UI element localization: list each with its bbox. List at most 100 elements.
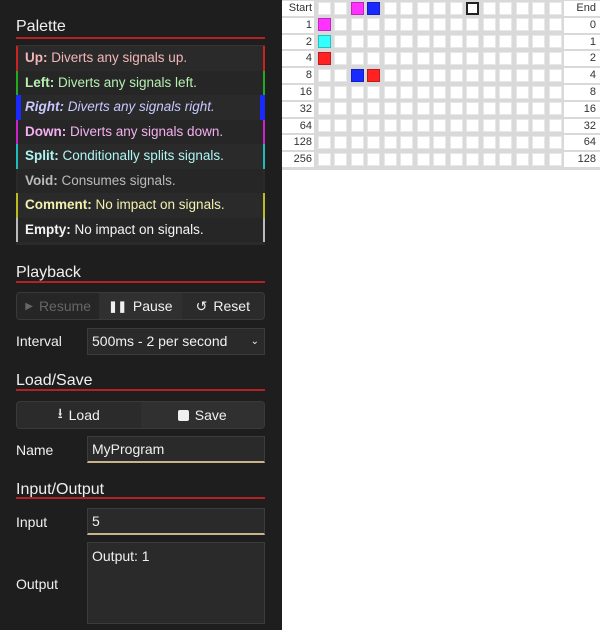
grid-cell[interactable] xyxy=(499,152,512,166)
grid-cell[interactable] xyxy=(532,135,545,149)
grid-cell[interactable] xyxy=(482,85,496,99)
grid-cell[interactable] xyxy=(466,152,479,166)
interval-select[interactable]: 500ms - 2 per second ⌄ xyxy=(87,328,265,355)
grid-cell[interactable] xyxy=(548,152,562,166)
grid-cell[interactable] xyxy=(383,18,397,32)
grid-cell[interactable] xyxy=(383,51,397,65)
grid-cell[interactable] xyxy=(515,85,529,99)
grid-cell[interactable] xyxy=(482,135,496,149)
grid-cell[interactable] xyxy=(466,18,479,32)
grid-cell[interactable] xyxy=(400,51,413,65)
grid-cell[interactable] xyxy=(317,102,331,116)
grid-cell[interactable] xyxy=(466,1,479,15)
grid-cell[interactable] xyxy=(383,68,397,82)
pause-button[interactable]: ❚❚ Pause xyxy=(99,293,182,319)
resume-button[interactable]: ▶ Resume xyxy=(17,293,100,319)
grid-cell[interactable] xyxy=(400,68,413,82)
grid-cell[interactable] xyxy=(400,35,413,49)
grid-cell[interactable] xyxy=(482,35,496,49)
grid-cell[interactable] xyxy=(416,68,430,82)
grid-cell[interactable] xyxy=(499,35,512,49)
grid-cell[interactable] xyxy=(433,51,446,65)
grid-cell[interactable] xyxy=(515,102,529,116)
grid-cell[interactable] xyxy=(499,119,512,133)
grid-cell[interactable] xyxy=(416,85,430,99)
grid-cell[interactable] xyxy=(515,51,529,65)
grid-cell[interactable] xyxy=(367,18,380,32)
grid-cell[interactable] xyxy=(433,1,446,15)
grid-cell[interactable] xyxy=(367,119,380,133)
grid-cell[interactable] xyxy=(532,152,545,166)
grid-cell[interactable] xyxy=(416,135,430,149)
output-textarea[interactable]: Output: 1 xyxy=(87,542,265,624)
grid-cell[interactable] xyxy=(433,152,446,166)
save-button[interactable]: Save xyxy=(140,402,264,428)
grid-cell[interactable] xyxy=(383,85,397,99)
grid-cell[interactable] xyxy=(449,119,463,133)
grid-cell[interactable] xyxy=(317,1,331,15)
grid-cell[interactable] xyxy=(482,102,496,116)
grid-cell[interactable] xyxy=(449,1,463,15)
grid-cell[interactable] xyxy=(416,152,430,166)
grid-cell[interactable] xyxy=(400,119,413,133)
grid-cell[interactable] xyxy=(433,18,446,32)
grid-cell[interactable] xyxy=(449,102,463,116)
grid-cell[interactable] xyxy=(433,35,446,49)
grid-cell[interactable] xyxy=(548,1,562,15)
grid-cell[interactable] xyxy=(433,119,446,133)
grid-cell[interactable] xyxy=(532,18,545,32)
grid-cell[interactable] xyxy=(466,119,479,133)
grid-cell[interactable] xyxy=(499,68,512,82)
palette-item-empty[interactable]: Empty: No impact on signals. xyxy=(16,217,265,242)
grid-cell[interactable] xyxy=(499,85,512,99)
grid-cell[interactable] xyxy=(433,68,446,82)
reset-button[interactable]: ↺ Reset xyxy=(182,293,264,319)
palette-item-down[interactable]: Down: Diverts any signals down. xyxy=(16,119,265,144)
grid-cell[interactable] xyxy=(449,152,463,166)
grid-cell[interactable] xyxy=(548,35,562,49)
grid-cell-right[interactable] xyxy=(367,1,380,15)
grid-cell[interactable] xyxy=(449,35,463,49)
grid-cell[interactable] xyxy=(466,102,479,116)
grid-cell[interactable] xyxy=(515,68,529,82)
grid-cell[interactable] xyxy=(499,18,512,32)
palette-item-split[interactable]: Split: Conditionally splits signals. xyxy=(16,144,265,169)
grid-cell[interactable] xyxy=(334,102,347,116)
grid-cell[interactable] xyxy=(532,1,545,15)
grid-cell[interactable] xyxy=(416,51,430,65)
input-field[interactable]: 5 xyxy=(87,508,265,535)
grid-cell[interactable] xyxy=(482,152,496,166)
grid-cell[interactable] xyxy=(482,18,496,32)
grid-cell[interactable] xyxy=(367,135,380,149)
grid-cell[interactable] xyxy=(317,85,331,99)
grid-cell[interactable] xyxy=(383,119,397,133)
grid-cell[interactable] xyxy=(515,1,529,15)
grid-cell[interactable] xyxy=(515,35,529,49)
grid-cell[interactable] xyxy=(367,85,380,99)
grid-cell[interactable] xyxy=(449,18,463,32)
name-input[interactable]: MyProgram xyxy=(87,436,265,463)
grid-cell[interactable] xyxy=(350,102,364,116)
grid-cell[interactable] xyxy=(532,85,545,99)
grid-cell[interactable] xyxy=(499,135,512,149)
grid-cell-down[interactable] xyxy=(350,1,364,15)
grid-cell-right[interactable] xyxy=(350,68,364,82)
grid-cell[interactable] xyxy=(334,119,347,133)
grid-cell[interactable] xyxy=(532,119,545,133)
grid-cell[interactable] xyxy=(416,18,430,32)
grid-cell[interactable] xyxy=(548,119,562,133)
grid-cell[interactable] xyxy=(383,35,397,49)
grid-cell[interactable] xyxy=(466,85,479,99)
grid-cell[interactable] xyxy=(350,51,364,65)
grid-cell[interactable] xyxy=(334,135,347,149)
grid-cell[interactable] xyxy=(367,152,380,166)
grid-cell[interactable] xyxy=(499,51,512,65)
grid-cell[interactable] xyxy=(334,35,347,49)
grid-cell[interactable] xyxy=(482,51,496,65)
grid-cell[interactable] xyxy=(317,119,331,133)
grid-cell-split[interactable] xyxy=(317,35,331,49)
palette-item-left[interactable]: Left: Diverts any signals left. xyxy=(16,70,265,95)
grid-cell[interactable] xyxy=(383,1,397,15)
grid-cell[interactable] xyxy=(449,68,463,82)
grid-cell[interactable] xyxy=(466,68,479,82)
